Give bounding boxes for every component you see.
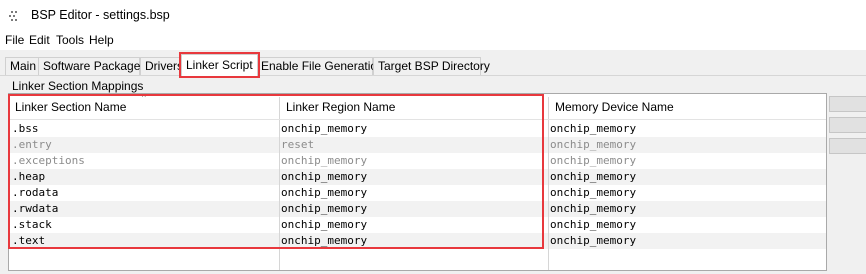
- tab-drivers[interactable]: Drivers: [140, 57, 183, 75]
- cell-region-name[interactable]: onchip_memory: [281, 201, 546, 217]
- cell-section-name[interactable]: .exceptions: [12, 153, 280, 169]
- side-action-button[interactable]: [829, 117, 866, 133]
- section-label: Linker Section Mappings: [12, 79, 144, 93]
- title-bar: BSP Editor - settings.bsp: [0, 0, 866, 32]
- tab-enable-file-generation[interactable]: Enable File Generation: [256, 57, 384, 75]
- tab-software-packages[interactable]: Software Packages: [38, 57, 146, 75]
- header-divider: [9, 119, 826, 120]
- cell-section-name[interactable]: .heap: [12, 169, 280, 185]
- cell-section-name[interactable]: .stack: [12, 217, 280, 233]
- cell-device-name[interactable]: onchip_memory: [550, 121, 820, 137]
- cell-section-name[interactable]: .text: [12, 233, 280, 249]
- column-header-section[interactable]: Linker Section Name: [9, 94, 279, 120]
- tab-main[interactable]: Main: [5, 57, 39, 75]
- table-row[interactable]: .exceptions onchip_memory onchip_memory: [9, 153, 826, 169]
- cell-region-name[interactable]: onchip_memory: [281, 153, 546, 169]
- cell-region-name[interactable]: onchip_memory: [281, 217, 546, 233]
- cell-section-name[interactable]: .rwdata: [12, 201, 280, 217]
- side-action-button[interactable]: [829, 138, 866, 154]
- cell-device-name[interactable]: onchip_memory: [550, 217, 820, 233]
- window-title: BSP Editor - settings.bsp: [31, 8, 170, 22]
- table-row[interactable]: .bss onchip_memory onchip_memory: [9, 121, 826, 137]
- table-row[interactable]: .rodata onchip_memory onchip_memory: [9, 185, 826, 201]
- menu-edit[interactable]: Edit: [29, 33, 50, 47]
- cell-device-name[interactable]: onchip_memory: [550, 201, 820, 217]
- column-header-region[interactable]: Linker Region Name: [280, 94, 548, 120]
- cell-section-name[interactable]: .rodata: [12, 185, 280, 201]
- side-action-button[interactable]: [829, 96, 866, 112]
- app-dots-icon: [9, 10, 21, 22]
- menu-tools[interactable]: Tools: [56, 33, 84, 47]
- cell-device-name[interactable]: onchip_memory: [550, 185, 820, 201]
- table-row[interactable]: .heap onchip_memory onchip_memory: [9, 169, 826, 185]
- table-row[interactable]: .entry reset onchip_memory: [9, 137, 826, 153]
- menu-file[interactable]: File: [5, 33, 24, 47]
- cell-region-name[interactable]: reset: [281, 137, 546, 153]
- cell-section-name[interactable]: .entry: [12, 137, 280, 153]
- tab-bar-divider: [0, 75, 866, 76]
- cell-section-name[interactable]: .bss: [12, 121, 280, 137]
- cell-region-name[interactable]: onchip_memory: [281, 185, 546, 201]
- table-row[interactable]: .rwdata onchip_memory onchip_memory: [9, 201, 826, 217]
- column-header-device[interactable]: Memory Device Name: [549, 94, 826, 120]
- menu-bar: File Edit Tools Help: [0, 32, 866, 50]
- table-row[interactable]: .stack onchip_memory onchip_memory: [9, 217, 826, 233]
- table-row[interactable]: .text onchip_memory onchip_memory: [9, 233, 826, 249]
- cell-device-name[interactable]: onchip_memory: [550, 153, 820, 169]
- grid-line: [279, 120, 280, 270]
- cell-region-name[interactable]: onchip_memory: [281, 233, 546, 249]
- grid-line: [548, 120, 549, 270]
- tab-target-bsp-directory[interactable]: Target BSP Directory: [373, 57, 490, 75]
- cell-region-name[interactable]: onchip_memory: [281, 169, 546, 185]
- tab-linker-script[interactable]: Linker Script: [181, 54, 258, 76]
- menu-help[interactable]: Help: [89, 33, 114, 47]
- cell-device-name[interactable]: onchip_memory: [550, 137, 820, 153]
- cell-region-name[interactable]: onchip_memory: [281, 121, 546, 137]
- cell-device-name[interactable]: onchip_memory: [550, 169, 820, 185]
- cell-device-name[interactable]: onchip_memory: [550, 233, 820, 249]
